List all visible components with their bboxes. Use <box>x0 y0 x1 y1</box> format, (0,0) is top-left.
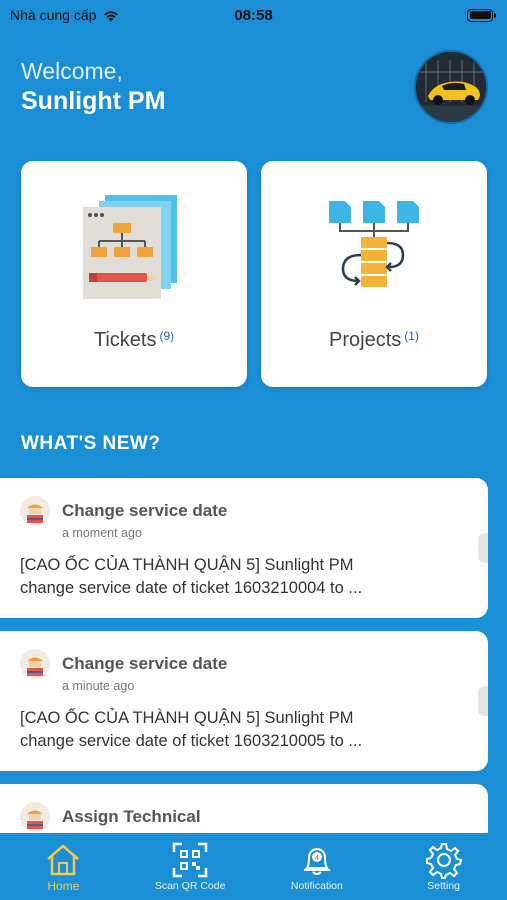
news-title: Change service date <box>62 501 228 520</box>
tab-notification[interactable]: 4 Notification <box>254 833 380 900</box>
tickets-count: (9) <box>159 329 175 343</box>
tab-scan-qr-label: Scan QR Code <box>154 880 226 892</box>
home-icon <box>47 844 80 876</box>
swipe-handle[interactable] <box>478 686 488 716</box>
technician-avatar-icon <box>20 649 50 679</box>
car-photo-icon <box>416 52 486 122</box>
projects-card[interactable]: Projects (1) <box>261 161 487 387</box>
technician-avatar-icon <box>20 802 50 832</box>
notification-badge: 4 <box>315 855 319 862</box>
news-item[interactable]: Assign Technical <box>0 784 488 833</box>
carrier-name: Nhà cung cấp <box>10 7 97 23</box>
project-workflow-icon <box>329 201 419 287</box>
ticket-flowchart-icon <box>83 195 177 299</box>
tickets-label-text: Tickets <box>93 329 157 351</box>
news-item[interactable]: Change service date a moment ago [CAO ỐC… <box>0 478 488 618</box>
news-time: a moment ago <box>62 526 142 540</box>
news-body: [CAO ỐC CỦA THÀNH QUẬN 5] Sunlight PM ch… <box>20 554 460 600</box>
news-body: [CAO ỐC CỦA THÀNH QUẬN 5] Sunlight PM ch… <box>20 707 460 753</box>
status-time: 08:58 <box>234 6 273 24</box>
projects-label-text: Projects <box>329 329 402 351</box>
tickets-card[interactable]: Tickets (9) <box>21 161 247 387</box>
tab-bar: Home Scan QR Code 4 Notification Setting <box>0 833 507 900</box>
status-bar: Nhà cung cấp 08:58 <box>0 0 507 30</box>
news-time: a minute ago <box>62 679 135 693</box>
news-item[interactable]: Change service date a minute ago [CAO ỐC… <box>0 631 488 771</box>
tab-notification-label: Notification <box>290 880 343 892</box>
news-body-line: change service date of ticket 1603210004… <box>20 579 363 597</box>
news-title: Assign Technical <box>62 807 201 826</box>
news-body-line: [CAO ỐC CỦA THÀNH QUẬN 5] Sunlight PM <box>20 709 354 727</box>
tab-setting[interactable]: Setting <box>381 833 507 900</box>
tab-setting-label: Setting <box>427 880 460 892</box>
qr-code-icon <box>172 842 208 878</box>
news-title: Change service date <box>62 654 228 673</box>
news-body-line: change service date of ticket 1603210005… <box>20 732 363 750</box>
projects-label: Projects (1) <box>261 329 487 352</box>
avatar[interactable] <box>414 50 488 124</box>
battery-icon <box>467 8 496 22</box>
whats-new-heading: WHAT'S NEW? <box>21 433 161 454</box>
projects-count: (1) <box>404 329 419 343</box>
bell-icon: 4 <box>303 847 330 875</box>
wifi-icon <box>104 10 119 21</box>
gear-icon <box>425 843 462 879</box>
status-left: Nhà cung cấp <box>10 7 120 23</box>
swipe-handle[interactable] <box>478 533 488 563</box>
news-body-line: [CAO ỐC CỦA THÀNH QUẬN 5] Sunlight PM <box>20 556 354 574</box>
tab-home[interactable]: Home <box>0 833 126 900</box>
technician-avatar-icon <box>20 496 50 526</box>
tickets-label: Tickets (9) <box>21 329 247 352</box>
username: Sunlight PM <box>21 87 166 115</box>
tab-scan-qr[interactable]: Scan QR Code <box>127 833 253 900</box>
tab-home-label: Home <box>47 879 80 893</box>
welcome-greeting: Welcome, <box>21 58 123 84</box>
